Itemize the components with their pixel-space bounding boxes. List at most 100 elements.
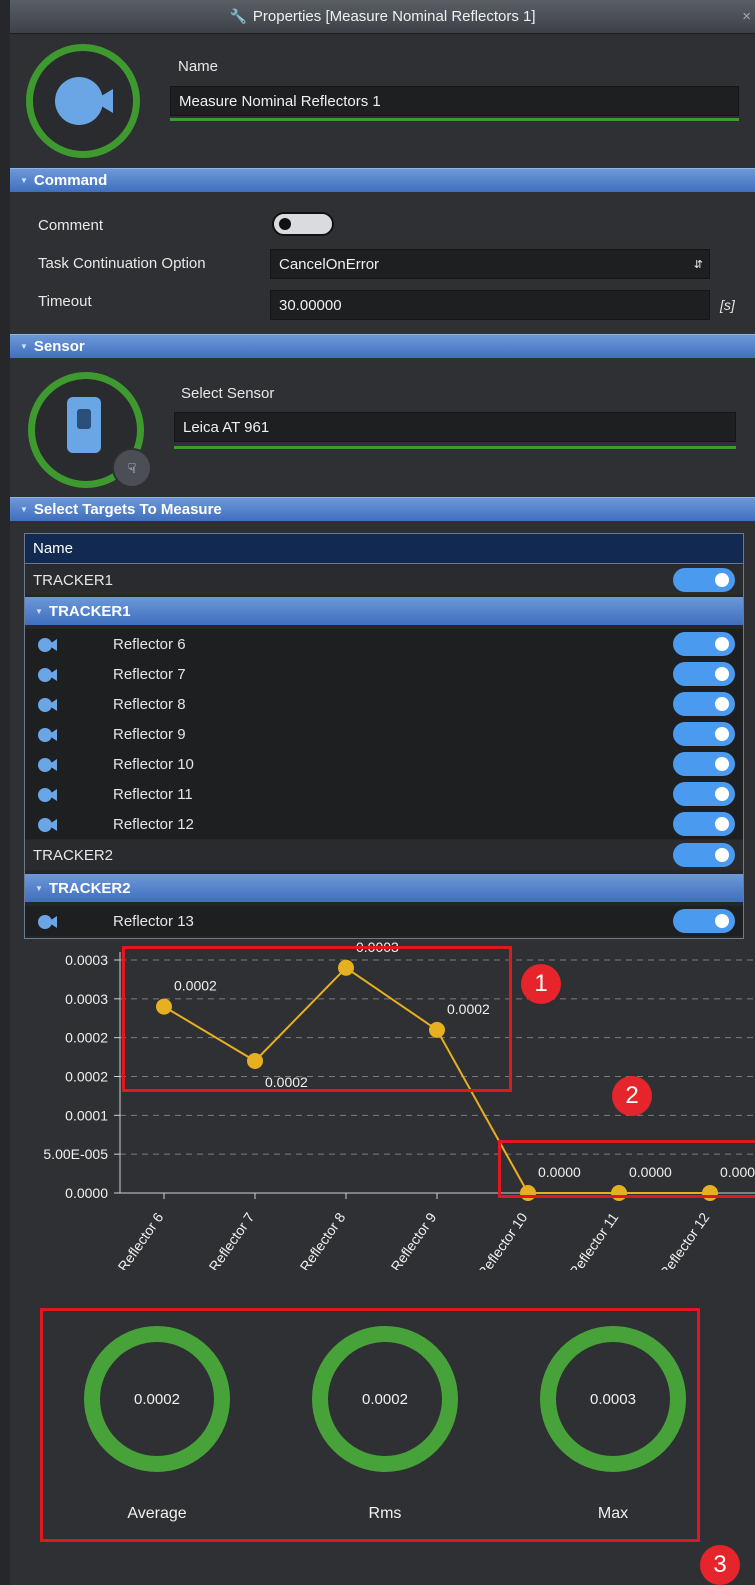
group-toggle[interactable] — [673, 843, 735, 867]
collapse-icon: ▼ — [20, 505, 28, 514]
window-frame — [0, 0, 10, 1585]
x-tick-label: Reflector 9 — [388, 1209, 440, 1270]
toggle-knob — [279, 218, 291, 230]
item-toggle[interactable] — [673, 812, 735, 836]
camera-icon — [37, 757, 59, 777]
max-label: Max — [597, 1505, 629, 1522]
item-toggle[interactable] — [673, 632, 735, 656]
rms-ring: 0.0002 — [312, 1326, 458, 1472]
timeout-field[interactable]: 30.00000 — [270, 290, 710, 320]
item-label: Reflector 10 — [113, 755, 194, 773]
table-header: Name — [25, 534, 743, 564]
timeout-unit: [s] — [720, 297, 735, 313]
toggle-knob — [715, 573, 729, 587]
window-title: Properties [Measure Nominal Reflectors 1… — [252, 8, 536, 25]
max-ring: 0.0003 — [540, 1326, 686, 1472]
hand-pointer-icon: ☟ — [127, 459, 137, 476]
table-row-group[interactable]: TRACKER2 — [25, 840, 743, 870]
list-item[interactable]: Reflector 12 — [25, 809, 743, 839]
task-option-value: CancelOnError — [279, 255, 380, 273]
item-toggle[interactable] — [673, 782, 735, 806]
list-item[interactable]: Reflector 10 — [25, 749, 743, 779]
timeout-label: Timeout — [38, 293, 92, 310]
close-icon[interactable]: × — [742, 8, 751, 25]
item-label: Reflector 12 — [113, 815, 194, 833]
section-sensor[interactable]: ▼ Sensor — [10, 334, 755, 358]
y-tick-label: 0.0002 — [65, 1069, 108, 1085]
rms-label: Rms — [368, 1505, 402, 1522]
collapse-icon: ▼ — [20, 176, 28, 185]
section-targets[interactable]: ▼ Select Targets To Measure — [10, 497, 755, 521]
sensor-select-button[interactable]: ☟ — [112, 448, 152, 488]
item-label: Reflector 7 — [113, 665, 186, 683]
camera-icon — [37, 787, 59, 807]
command-icon — [26, 44, 140, 158]
camera-icon — [37, 914, 59, 934]
list-item[interactable]: Reflector 9 — [25, 719, 743, 749]
title-bar[interactable]: 🔧 Properties [Measure Nominal Reflectors… — [10, 0, 755, 34]
annotation-box-2 — [498, 1140, 755, 1198]
collapse-icon: ▼ — [20, 342, 28, 351]
annotation-badge-3: 3 — [700, 1545, 740, 1585]
toggle-knob — [715, 817, 729, 831]
item-label: Reflector 8 — [113, 695, 186, 713]
name-field[interactable]: Measure Nominal Reflectors 1 — [170, 86, 739, 116]
x-tick-label: Reflector 8 — [297, 1209, 349, 1270]
item-label: Reflector 13 — [113, 912, 194, 930]
annotation-badge-1: 1 — [521, 964, 561, 1004]
name-label: Name — [178, 58, 219, 75]
max-value: 0.0003 — [590, 1390, 636, 1408]
annotation-badge-2: 2 — [612, 1076, 652, 1116]
item-toggle[interactable] — [673, 909, 735, 933]
rms-value: 0.0002 — [362, 1390, 408, 1408]
item-toggle[interactable] — [673, 692, 735, 716]
list-item[interactable]: Reflector 11 — [25, 779, 743, 809]
list-item[interactable]: Reflector 8 — [25, 689, 743, 719]
y-tick-label: 0.0001 — [65, 1107, 108, 1123]
item-label: Reflector 11 — [113, 785, 193, 803]
toggle-knob — [715, 757, 729, 771]
item-toggle[interactable] — [673, 752, 735, 776]
camera-icon — [37, 727, 59, 747]
group-expander-label: TRACKER2 — [48, 879, 131, 897]
x-tick-label: Reflector 7 — [206, 1209, 258, 1270]
toggle-knob — [715, 727, 729, 741]
task-option-select[interactable]: CancelOnError ⇵ — [270, 249, 710, 279]
sensor-field-underline — [174, 446, 736, 449]
group-expander[interactable]: ▼ TRACKER2 — [25, 874, 743, 902]
select-sensor-label: Select Sensor — [181, 385, 275, 402]
toggle-knob — [715, 637, 729, 651]
table-row-group[interactable]: TRACKER1 — [25, 565, 743, 595]
y-tick-label: 0.0003 — [65, 991, 108, 1007]
item-label: Reflector 9 — [113, 725, 186, 743]
x-tick-label: Reflector 12 — [656, 1209, 713, 1270]
comment-toggle[interactable] — [272, 212, 334, 236]
average-ring: 0.0002 — [84, 1326, 230, 1472]
sensor-field[interactable]: Leica AT 961 — [174, 412, 736, 442]
name-field-underline — [170, 118, 739, 121]
section-sensor-title: Sensor — [33, 338, 85, 355]
targets-table: Name TRACKER1 ▼ TRACKER1 Reflector 6 Ref… — [24, 533, 744, 939]
item-toggle[interactable] — [673, 662, 735, 686]
camera-lens-icon — [93, 89, 113, 113]
section-command[interactable]: ▼ Command — [10, 168, 755, 192]
list-item[interactable]: Reflector 13 — [25, 906, 743, 936]
wrench-icon: 🔧 — [229, 8, 247, 24]
annotation-box-1 — [122, 946, 512, 1092]
comment-label: Comment — [38, 217, 104, 234]
y-tick-label: 0.0000 — [65, 1185, 108, 1201]
camera-icon — [37, 697, 59, 717]
item-label: Reflector 6 — [113, 635, 186, 653]
collapse-icon: ▼ — [35, 606, 43, 616]
list-item[interactable]: Reflector 6 — [25, 629, 743, 659]
average-value: 0.0002 — [134, 1390, 180, 1408]
list-item[interactable]: Reflector 7 — [25, 659, 743, 689]
y-tick-label: 0.0003 — [65, 952, 108, 968]
x-tick-label: Reflector 11 — [566, 1209, 622, 1270]
group-toggle[interactable] — [673, 568, 735, 592]
camera-icon — [37, 637, 59, 657]
laser-tracker-icon — [67, 397, 101, 453]
item-toggle[interactable] — [673, 722, 735, 746]
group-expander[interactable]: ▼ TRACKER1 — [25, 597, 743, 625]
toggle-knob — [715, 848, 729, 862]
